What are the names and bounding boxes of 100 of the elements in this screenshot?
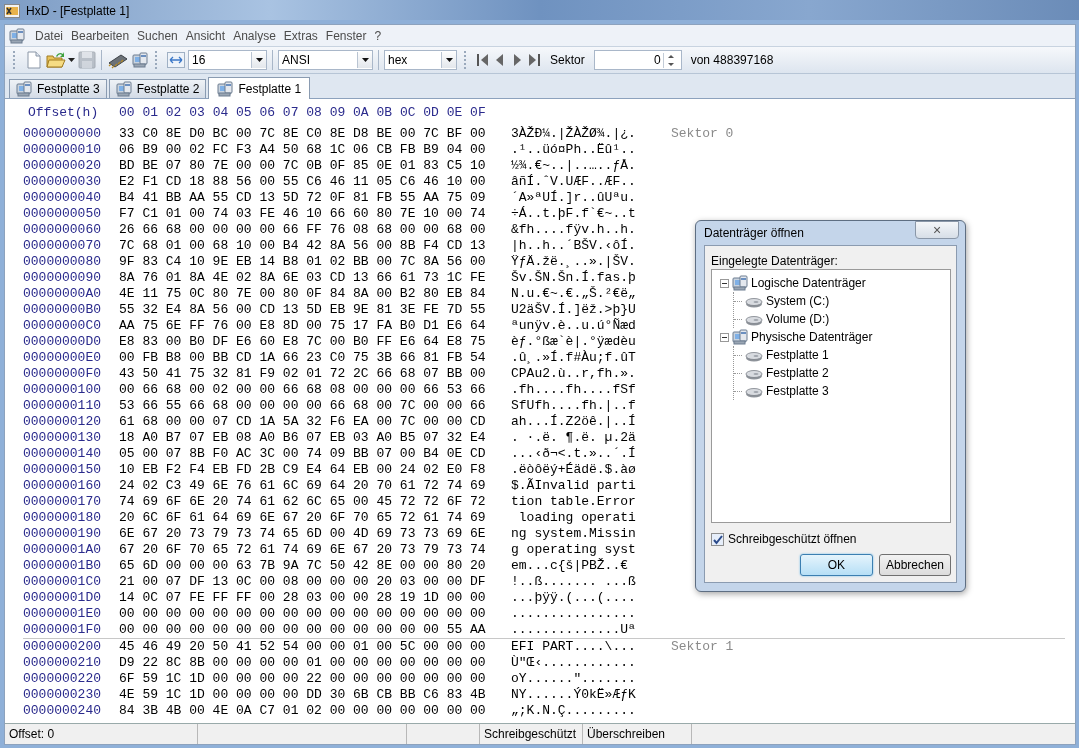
row-offset: 00000000D0 xyxy=(23,334,102,350)
menu-item[interactable]: ? xyxy=(370,28,386,43)
row-offset: 0000000160 xyxy=(23,478,102,494)
row-offset: 0000000200 xyxy=(23,639,102,655)
column-header: 02 xyxy=(165,105,182,121)
caret-icon xyxy=(255,58,263,62)
column-header: 01 xyxy=(142,105,158,121)
open-button[interactable] xyxy=(46,51,75,69)
menu-item[interactable]: Suchen xyxy=(133,28,182,43)
document-tab[interactable]: Festplatte 3 xyxy=(9,79,107,98)
row-offset: 0000000050 xyxy=(23,206,102,222)
document-tab[interactable]: Festplatte 1 xyxy=(208,77,311,99)
menu-item[interactable]: Datei xyxy=(31,28,67,43)
expander-toggle[interactable] xyxy=(720,332,729,342)
hex-bytes: 6E 67 20 73 79 73 74 65 6D 00 4D 69 73 73 69 6E xyxy=(119,526,487,542)
row-offset: 0000000230 xyxy=(23,687,102,703)
row-offset: 0000000120 xyxy=(23,414,102,430)
row-offset: 00000001A0 xyxy=(23,542,102,558)
row-offset: 0000000110 xyxy=(23,398,102,414)
text-column: ................ xyxy=(511,606,671,622)
row-offset: 0000000190 xyxy=(23,526,102,542)
text-column: em...c{š|PBŽ..€ xyxy=(511,558,671,574)
first-icon[interactable] xyxy=(476,52,490,68)
text-column: ...‹ð¬<.t.»..´.Í xyxy=(511,446,671,462)
up-arrow-icon[interactable] xyxy=(666,53,675,59)
hex-bytes: 10 EB F2 F4 EB FD 2B C9 E4 64 EB 00 24 02 E0 F8 xyxy=(119,462,487,478)
text-column: tion table.Error xyxy=(511,494,671,510)
hex-bytes: 9F 83 C4 10 9E EB 14 B8 01 02 BB 00 7C 8A 56 00 xyxy=(119,254,487,270)
hex-bytes: 61 68 00 00 07 CD 1A 5A 32 F6 EA 00 7C 00 00 CD xyxy=(119,414,487,430)
window-title: HxD - [Festplatte 1] xyxy=(26,4,130,18)
column-header: 0B xyxy=(376,105,393,121)
tree-item[interactable]: Festplatte 1 xyxy=(766,348,829,362)
row-offset: 0000000030 xyxy=(23,174,102,190)
text-column: ŸƒÄ.žë.¸..».|ŠV. xyxy=(511,254,671,270)
close-button[interactable]: × xyxy=(915,221,959,239)
checkbox[interactable] xyxy=(711,532,724,546)
sector-label: Sektor 0 xyxy=(671,126,734,142)
width-arrows-icon[interactable] xyxy=(167,52,185,68)
checkbox-label: Schreibgeschützt öffnen xyxy=(728,532,857,546)
minus-icon xyxy=(720,332,729,342)
tree-item[interactable]: Logische Datenträger xyxy=(751,276,866,290)
text-column: EFI PART....\... xyxy=(511,639,671,655)
text-column: ah...Í.Z2öê.|..Í xyxy=(511,414,671,430)
menu-item[interactable]: Analyse xyxy=(229,28,280,43)
ok-button[interactable]: OK xyxy=(799,554,873,576)
hex-bytes: 43 50 41 75 32 81 F9 02 01 72 2C 66 68 07 BB 00 xyxy=(119,366,487,382)
row-offset: 00000000F0 xyxy=(23,366,102,382)
tree-item[interactable]: Physische Datenträger xyxy=(751,330,873,344)
row-offset: 0000000140 xyxy=(23,446,102,462)
row-offset: 0000000000 xyxy=(23,126,102,142)
text-column: Ù"Œ‹............ xyxy=(511,655,671,671)
down-arrow-icon[interactable] xyxy=(666,61,675,67)
row-offset: 0000000010 xyxy=(23,142,102,158)
format-dropdown[interactable]: hex xyxy=(384,50,457,70)
bytes-per-row-dropdown[interactable]: 16 xyxy=(188,50,267,70)
menu-item[interactable]: Extras xyxy=(279,28,322,43)
menu-item[interactable]: Ansicht xyxy=(181,28,230,43)
tree-item[interactable]: Festplatte 3 xyxy=(766,384,829,398)
hex-bytes: 00 00 00 00 00 00 00 00 00 00 00 00 00 00 55 AA xyxy=(119,622,487,638)
text-column: èƒ.°ßæ`è|.°ÿædèu xyxy=(511,334,671,350)
dialog-title: Datenträger öffnen xyxy=(704,226,804,240)
charset-dropdown[interactable]: ANSI xyxy=(278,50,373,70)
tree-item[interactable]: Volume (D:) xyxy=(766,312,830,326)
sector-field[interactable]: 0 xyxy=(593,50,682,70)
text-column: ½¾.€~..|..…..ƒÅ. xyxy=(511,158,671,174)
hex-bytes: 7C 68 01 00 68 10 00 B4 42 8A 56 00 8B F4 CD 13 xyxy=(119,238,487,254)
sector-label: Sektor 1 xyxy=(671,639,734,655)
row-offset: 0000000090 xyxy=(23,270,102,286)
tree-item[interactable]: Festplatte 2 xyxy=(766,366,829,380)
column-header: 0F xyxy=(470,105,486,121)
row-offset: 00000000E0 xyxy=(23,350,102,366)
status-offset: Offset: 0 xyxy=(5,724,198,744)
column-header: 0A xyxy=(353,105,369,121)
expander-toggle[interactable] xyxy=(720,278,729,288)
sector-label: Sektor xyxy=(549,53,586,67)
row-offset: 0000000220 xyxy=(23,671,102,687)
text-column: ÷Á..t.þF.f`€~..t xyxy=(511,206,671,222)
cancel-button[interactable]: Abbrechen xyxy=(878,554,951,576)
text-column: oY......"....... xyxy=(511,671,671,687)
hex-bytes: 8A 76 01 8A 4E 02 8A 6E 03 CD 13 66 61 73 1C FE xyxy=(119,270,487,286)
menu-item[interactable]: Fenster xyxy=(321,28,371,43)
row-offset: 0000000020 xyxy=(23,158,102,174)
last-icon[interactable] xyxy=(527,52,541,68)
menu-item[interactable]: Bearbeiten xyxy=(67,28,134,43)
caret-icon xyxy=(445,58,453,62)
caret-icon xyxy=(361,58,369,62)
row-offset: 0000000170 xyxy=(23,494,102,510)
hex-bytes: BD BE 07 80 7E 00 00 7C 0B 0F 85 0E 01 83 C5 10 xyxy=(119,158,487,174)
hex-bytes: E2 F1 CD 18 88 56 00 55 C6 46 11 05 C6 46 10 00 xyxy=(119,174,487,190)
text-column: „;K.N.Ç......... xyxy=(511,703,671,719)
hex-bytes: 4E 11 75 0C 80 7E 00 80 0F 84 8A 00 B2 80 EB 84 xyxy=(119,286,487,302)
hex-bytes: 6F 59 1C 1D 00 00 00 00 22 00 00 00 00 00 00 00 xyxy=(119,671,487,687)
column-header: 04 xyxy=(212,105,229,121)
hex-bytes: AA 75 6E FF 76 00 E8 8D 00 75 17 FA B0 D1 E6 64 xyxy=(119,318,487,334)
tree-item[interactable]: System (C:) xyxy=(766,294,830,308)
document-tab[interactable]: Festplatte 2 xyxy=(108,79,207,98)
row-offset: 00000000A0 xyxy=(23,286,102,302)
hex-bytes: 26 66 68 00 00 00 00 66 FF 76 08 68 00 00 68 00 xyxy=(119,222,487,238)
hex-bytes: 06 B9 00 02 FC F3 A4 50 68 1C 06 CB FB B9 04 00 xyxy=(119,142,487,158)
hex-bytes: E8 83 00 B0 DF E6 60 E8 7C 00 B0 FF E6 64 E8 75 xyxy=(119,334,487,350)
